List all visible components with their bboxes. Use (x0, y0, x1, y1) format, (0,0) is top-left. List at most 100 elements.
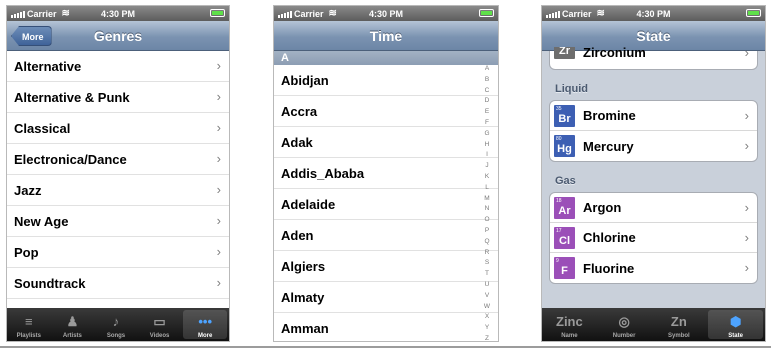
tab-label: Name (561, 333, 578, 339)
index-letter[interactable]: A (485, 64, 489, 75)
element-row[interactable]: 18 Ar Argon › (550, 193, 757, 223)
index-letter[interactable]: B (485, 75, 489, 86)
index-letter[interactable]: T (485, 269, 489, 280)
index-letter[interactable]: E (485, 107, 489, 118)
tab-songs[interactable]: ♪ Songs (94, 308, 138, 341)
element-number: 9 (556, 258, 559, 264)
chevron-right-icon: › (744, 47, 749, 60)
index-letter[interactable]: J (485, 161, 488, 172)
index-letter[interactable]: Y (485, 323, 489, 334)
tab-label: Number (612, 333, 636, 339)
list-item[interactable]: Adelaide (274, 189, 498, 220)
list-item[interactable]: Accra (274, 96, 498, 127)
element-row-zirconium[interactable]: Zr Zirconium › (550, 47, 757, 69)
group-title-gas: Gas (555, 175, 576, 187)
index-letter[interactable]: W (484, 302, 490, 313)
element-symbol: Cl (559, 234, 570, 247)
navigation-bar: Time (274, 21, 498, 51)
list-item[interactable]: Amman (274, 313, 498, 341)
genre-list: Alternative › Alternative & Punk › Classical… (7, 51, 229, 299)
list-item[interactable]: Electronica/Dance › (7, 144, 229, 175)
navigation-bar: More Genres (7, 21, 229, 51)
tab-label: More (198, 333, 213, 339)
tab-name[interactable]: Zinc Name (542, 308, 597, 341)
status-time: 4:30 PM (100, 8, 135, 19)
gas-group: 18 Ar Argon › 17 Cl Chlorine › 9 F Fluorine › (549, 192, 758, 284)
index-letter[interactable]: H (485, 140, 490, 151)
video-icon: ▭ (153, 314, 166, 329)
list-item[interactable]: Almaty (274, 282, 498, 313)
element-row[interactable]: 35 Br Bromine › (550, 101, 757, 131)
index-letter[interactable]: D (485, 96, 490, 107)
element-name: Fluorine (583, 260, 635, 276)
index-letter[interactable]: L (485, 183, 489, 194)
index-letter[interactable]: G (484, 129, 489, 140)
index-letter[interactable]: Q (484, 237, 489, 248)
element-number: 80 (556, 136, 562, 142)
element-row[interactable]: 9 F Fluorine › (550, 253, 757, 283)
playlist-icon: ≡ (25, 314, 33, 329)
tab-artists[interactable]: ♟ Artists (51, 308, 95, 341)
tab-symbol[interactable]: Zn Symbol (652, 308, 707, 341)
index-letter[interactable]: R (485, 248, 490, 259)
element-row[interactable]: 80 Hg Mercury › (550, 131, 757, 161)
list-item[interactable]: New Age › (7, 206, 229, 237)
chevron-right-icon: › (216, 213, 221, 228)
index-letter[interactable]: U (485, 280, 490, 291)
list-item[interactable]: Pop › (7, 237, 229, 268)
list-item-label: Accra (281, 103, 318, 119)
tab-state[interactable]: ⬢ State (708, 310, 763, 339)
chevron-right-icon: › (744, 200, 749, 215)
list-item-label: New Age (14, 213, 69, 229)
index-letter[interactable]: Z (485, 334, 489, 341)
element-symbol: Ar (558, 204, 571, 217)
index-letter[interactable]: O (484, 215, 489, 226)
index-letter[interactable]: M (484, 194, 489, 205)
list-item-label: Alternative & Punk (14, 89, 130, 105)
list-item[interactable]: Jazz › (7, 175, 229, 206)
list-item-label: Addis_Ababa (281, 165, 365, 181)
index-letter[interactable]: I (486, 150, 488, 161)
index-letter[interactable]: C (485, 86, 490, 97)
list-item-label: Jazz (14, 182, 42, 198)
tab-playlists[interactable]: ≡ Playlists (7, 308, 51, 341)
list-item-label: Adak (281, 134, 313, 150)
chevron-right-icon: › (216, 182, 221, 197)
index-letter[interactable]: F (485, 118, 489, 129)
element-name: Mercury (583, 138, 634, 154)
more-back-button[interactable]: More (11, 26, 52, 46)
battery-icon (210, 9, 225, 17)
list-item[interactable]: Aden (274, 220, 498, 251)
index-letter[interactable]: V (485, 291, 489, 302)
index-letter[interactable]: P (485, 226, 489, 237)
list-item[interactable]: Algiers (274, 251, 498, 282)
element-number: 17 (556, 227, 562, 234)
state-screen: Carrier ≋ 4:30 PM State Zr Zirconium › L… (541, 5, 766, 342)
index-letter[interactable]: S (485, 258, 489, 269)
status-time: 4:30 PM (636, 8, 671, 19)
section-index[interactable]: ABCDEFGHIJKLMNOPQRSTUVWXYZ (476, 64, 498, 341)
tab-label: Songs (106, 333, 126, 339)
symbol-icon: Zn (670, 314, 687, 329)
tab-number[interactable]: ◎ Number (597, 308, 652, 341)
tab-videos[interactable]: ▭ Videos (138, 308, 182, 341)
list-item[interactable]: Abidjan (274, 65, 498, 96)
list-item[interactable]: Alternative & Punk › (7, 82, 229, 113)
element-row[interactable]: 17 Cl Chlorine › (550, 223, 757, 253)
index-letter[interactable]: N (485, 204, 490, 215)
list-item[interactable]: Addis_Ababa (274, 158, 498, 189)
status-bar: Carrier ≋ 4:30 PM (274, 6, 498, 21)
time-screen: Carrier ≋ 4:30 PM Time A Abidjan Accra Ada… (273, 5, 499, 342)
chevron-right-icon: › (744, 260, 749, 275)
element-name: Argon (583, 200, 622, 215)
list-item[interactable]: Soundtrack › (7, 268, 229, 299)
index-letter[interactable]: K (485, 172, 489, 183)
index-letter[interactable]: X (485, 312, 489, 323)
tab-more[interactable]: ••• More (183, 310, 227, 339)
element-tile: 9F (554, 257, 575, 279)
list-item[interactable]: Alternative › (7, 51, 229, 82)
list-item[interactable]: Adak (274, 127, 498, 158)
list-item[interactable]: Classical › (7, 113, 229, 144)
group-title-liquid: Liquid (555, 83, 588, 95)
tab-bar: ≡ Playlists ♟ Artists ♪ Songs ▭ Videos ••• More (7, 308, 229, 341)
